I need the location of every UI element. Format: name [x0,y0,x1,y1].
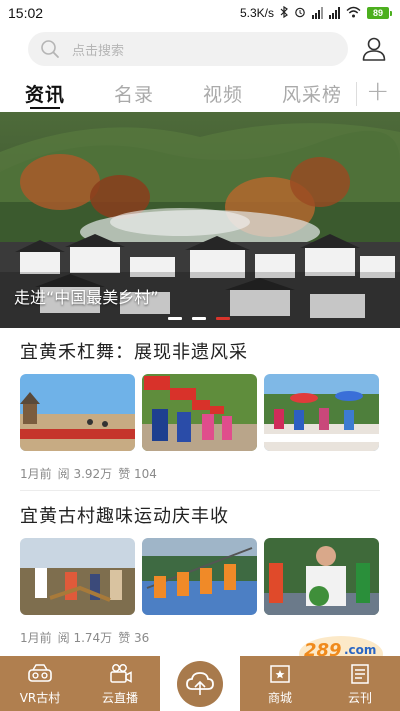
network-speed: 5.3K/s [239,6,274,20]
add-tab-button[interactable]: + [366,74,389,107]
carousel-indicator [168,317,230,320]
signal-icon-1 [312,7,323,19]
user-profile-icon[interactable] [360,35,388,63]
cloud-home-icon [177,660,223,707]
magazine-icon [351,664,369,684]
article-thumbnail [142,538,257,615]
banner-caption: 走进“中国最美乡村” [14,288,159,307]
video-camera-icon [110,664,132,683]
article-thumbnail [264,538,379,615]
tab-video[interactable]: 视频 [203,80,243,107]
divider [20,490,380,491]
bluetooth-icon [280,5,288,21]
article-time: 1月前 [20,467,52,481]
alarm-icon [294,6,306,21]
nav-label: 云直播 [101,691,138,705]
search-icon [41,40,59,58]
article-thumbnail [264,374,379,451]
nav-label: 商城 [267,691,292,705]
tab-ranking[interactable]: 风采榜 [282,80,342,107]
shop-icon [270,665,290,683]
article-time: 1月前 [20,631,52,645]
category-tabs: 资讯 名录 视频 风采榜 + [0,74,400,112]
article-reads: 阅 3.92万 [57,467,113,481]
article-reads: 阅 1.74万 [57,631,113,645]
nav-live[interactable]: 云直播 [80,656,160,711]
nav-label: VR古村 [19,691,61,705]
search-row: 点击搜索 [28,32,392,66]
article-title: 宜黄禾杠舞：展现非遗风采 [20,342,248,363]
bottom-nav: VR古村 云直播 商城 云刊 [0,656,400,711]
article-thumbnails [20,538,379,615]
carousel-dot [168,317,182,320]
article-likes: 赞 36 [118,631,150,645]
status-time: 15:02 [8,5,44,21]
article-card[interactable]: 宜黄禾杠舞：展现非遗风采 1月前 阅 3.92万 赞 104 [20,338,380,488]
carousel-dot [192,317,206,320]
article-thumbnails [20,374,379,451]
signal-icon-2 [329,7,340,19]
tab-divider [356,82,357,106]
wifi-icon [346,6,361,21]
vr-glasses-icon [28,664,52,682]
nav-label: 云刊 [347,691,372,705]
active-tab-indicator [30,107,60,109]
svg-text:.com: .com [344,643,376,657]
battery-icon: 89 [367,7,392,19]
nav-shop[interactable]: 商城 [240,656,320,711]
article-meta: 1月前 阅 1.74万 赞 36 [20,629,149,646]
article-thumbnail [20,374,135,451]
article-title: 宜黄古村趣味运动庆丰收 [20,506,229,527]
search-input[interactable]: 点击搜索 [28,32,348,66]
status-bar: 15:02 5.3K/s 89 [0,0,400,26]
nav-vr-village[interactable]: VR古村 [0,656,80,711]
tab-directory[interactable]: 名录 [114,80,154,107]
battery-level: 89 [367,7,389,19]
article-thumbnail [20,538,135,615]
search-placeholder: 点击搜索 [72,43,125,59]
article-thumbnail [142,374,257,451]
tab-news[interactable]: 资讯 [25,80,65,107]
article-likes: 赞 104 [118,467,157,481]
status-icons: 5.3K/s 89 [239,5,392,21]
nav-magazine[interactable]: 云刊 [320,656,400,711]
nav-home[interactable] [160,656,240,711]
carousel-dot-active [216,317,230,320]
article-meta: 1月前 阅 3.92万 赞 104 [20,465,157,482]
banner-carousel[interactable]: 走进“中国最美乡村” [0,112,400,328]
